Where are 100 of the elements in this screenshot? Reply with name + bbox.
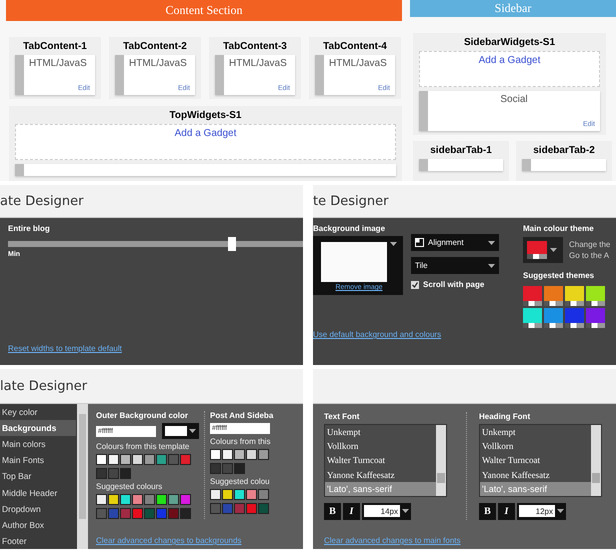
bold-button[interactable]: B xyxy=(479,502,496,520)
color-swatch[interactable] xyxy=(180,494,191,505)
font-option[interactable]: Vollkorn xyxy=(325,439,436,454)
color-swatch[interactable] xyxy=(96,494,107,505)
color-swatch[interactable] xyxy=(108,454,119,465)
drag-handle[interactable] xyxy=(15,164,24,176)
drag-handle[interactable] xyxy=(315,55,324,96)
color-swatch[interactable] xyxy=(132,508,143,519)
color-swatch[interactable] xyxy=(96,468,107,479)
color-swatch[interactable] xyxy=(222,463,233,474)
drag-handle[interactable] xyxy=(15,55,24,96)
color-swatch[interactable] xyxy=(156,508,167,519)
default-link[interactable]: Use default background and colours xyxy=(313,330,442,339)
color-swatch[interactable] xyxy=(222,489,233,500)
color-swatch[interactable] xyxy=(234,449,245,460)
font-option[interactable]: Yanone Kaffeesatz xyxy=(325,468,436,482)
color-swatch[interactable] xyxy=(258,503,269,514)
scrollbar[interactable] xyxy=(591,425,601,496)
font-size-picker[interactable]: 12px xyxy=(517,502,566,520)
slider-thumb[interactable] xyxy=(228,237,236,251)
theme-swatch[interactable] xyxy=(523,286,542,306)
color-swatch[interactable] xyxy=(108,494,119,505)
scrollbar[interactable] xyxy=(77,404,88,549)
color-swatch[interactable] xyxy=(234,503,245,514)
color-swatch[interactable] xyxy=(234,489,245,500)
color-swatch[interactable] xyxy=(168,454,179,465)
menu-item[interactable]: Top Bar xyxy=(0,468,76,485)
color-swatch[interactable] xyxy=(258,489,269,500)
theme-swatch[interactable] xyxy=(544,308,563,328)
add-gadget-link[interactable]: Add a Gadget xyxy=(174,128,236,140)
color-swatch[interactable] xyxy=(156,454,167,465)
font-size-picker[interactable]: 14px xyxy=(362,502,411,520)
font-option[interactable]: Unkempt xyxy=(480,425,591,440)
color-swatch[interactable] xyxy=(180,454,191,465)
menu-item[interactable]: Middle Header xyxy=(0,484,76,501)
drag-handle[interactable] xyxy=(419,91,428,131)
menu-item[interactable]: Dropdown xyxy=(0,500,76,517)
color-swatch[interactable] xyxy=(234,463,245,474)
color-swatch[interactable] xyxy=(246,449,257,460)
color-swatch[interactable] xyxy=(258,449,269,460)
color-swatch[interactable] xyxy=(96,454,107,465)
gadget-name: HTML/JavaS xyxy=(229,58,288,70)
drag-handle[interactable] xyxy=(419,159,428,171)
color-swatch[interactable] xyxy=(96,508,107,519)
theme-swatch[interactable] xyxy=(565,308,584,328)
theme-swatch[interactable] xyxy=(586,308,605,328)
color-swatch[interactable] xyxy=(210,503,221,514)
menu-item[interactable]: Footer xyxy=(0,532,76,549)
color-swatch[interactable] xyxy=(168,494,179,505)
color-swatch[interactable] xyxy=(120,494,131,505)
color-swatch[interactable] xyxy=(222,449,233,460)
color-swatch[interactable] xyxy=(246,503,257,514)
color-picker[interactable] xyxy=(162,423,199,439)
checkbox[interactable] xyxy=(411,280,419,288)
italic-button[interactable]: I xyxy=(498,502,515,520)
color-swatch[interactable] xyxy=(246,489,257,500)
menu-item[interactable]: Author Box xyxy=(0,516,76,533)
color-swatch[interactable] xyxy=(222,503,233,514)
menu-item[interactable]: Backgrounds xyxy=(0,420,76,436)
color-swatch[interactable] xyxy=(144,494,155,505)
add-gadget-link[interactable]: Add a Gadget xyxy=(478,55,540,66)
menu-item[interactable]: Main Fonts xyxy=(0,452,76,468)
italic-button[interactable]: I xyxy=(343,502,360,520)
color-swatch[interactable] xyxy=(210,489,221,500)
font-option[interactable]: Yanone Kaffeesatz xyxy=(480,468,591,482)
font-option[interactable]: Unkempt xyxy=(325,425,436,440)
font-option[interactable]: Walter Turncoat xyxy=(325,453,436,468)
color-swatch[interactable] xyxy=(120,468,131,479)
tile-dropdown[interactable]: Tile xyxy=(411,257,499,274)
menu-item[interactable]: Main colors xyxy=(0,436,76,452)
color-swatch[interactable] xyxy=(144,508,155,519)
font-option[interactable]: Walter Turncoat xyxy=(480,453,591,468)
theme-swatch[interactable] xyxy=(544,286,563,306)
color-swatch[interactable] xyxy=(144,454,155,465)
color-swatch[interactable] xyxy=(210,463,221,474)
color-swatch[interactable] xyxy=(120,454,131,465)
scrollbar[interactable] xyxy=(436,425,446,496)
theme-swatch[interactable] xyxy=(586,286,605,306)
font-option[interactable]: Vollkorn xyxy=(480,439,591,454)
color-swatch[interactable] xyxy=(120,508,131,519)
color-swatch[interactable] xyxy=(108,468,119,479)
color-swatch[interactable] xyxy=(132,494,143,505)
color-swatch[interactable] xyxy=(210,449,221,460)
drag-handle[interactable] xyxy=(522,159,531,171)
theme-picker[interactable] xyxy=(523,237,563,263)
caret-icon xyxy=(390,242,397,246)
theme-swatch[interactable] xyxy=(565,286,584,306)
section-title: TabContent-4 xyxy=(323,41,387,52)
drag-handle[interactable] xyxy=(115,55,124,96)
bold-button[interactable]: B xyxy=(324,502,341,520)
theme-swatch[interactable] xyxy=(523,308,542,328)
reset-link[interactable]: Reset widths to template default xyxy=(8,344,122,353)
color-swatch[interactable] xyxy=(108,508,119,519)
color-swatch[interactable] xyxy=(180,508,191,519)
drag-handle[interactable] xyxy=(215,55,224,96)
menu-item[interactable]: Key color xyxy=(0,404,76,420)
alignment-dropdown[interactable]: Alignment xyxy=(411,234,499,251)
color-swatch[interactable] xyxy=(156,494,167,505)
color-swatch[interactable] xyxy=(132,454,143,465)
color-swatch[interactable] xyxy=(168,508,179,519)
